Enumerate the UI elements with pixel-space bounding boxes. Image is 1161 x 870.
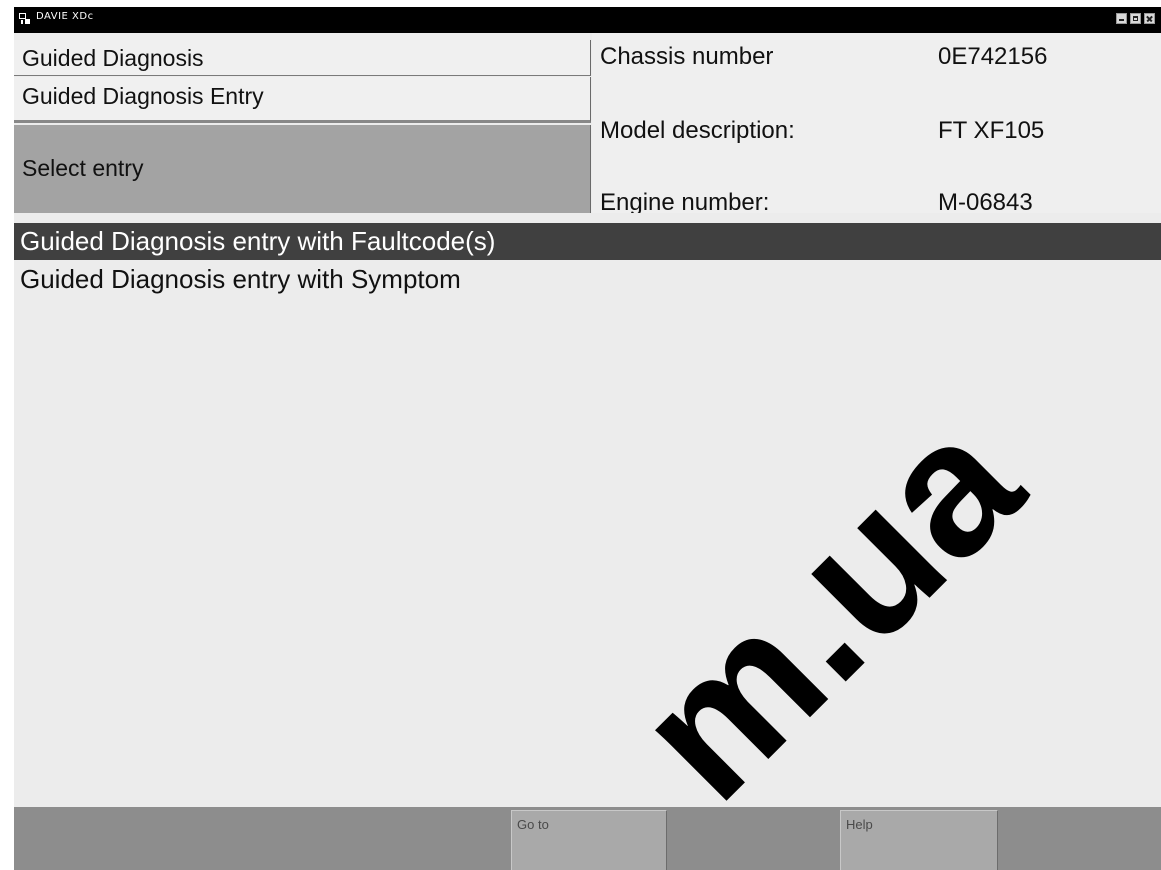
breadcrumb-guided-diagnosis: Guided Diagnosis — [14, 40, 591, 76]
app-icon — [19, 13, 30, 24]
help-button[interactable]: Help — [840, 810, 998, 870]
chassis-number-value: 0E742156 — [938, 43, 1048, 70]
goto-button[interactable]: Go to — [511, 810, 667, 870]
close-button[interactable] — [1144, 13, 1155, 24]
list-item-symptom-entry[interactable]: Guided Diagnosis entry with Symptom — [14, 261, 1161, 298]
instruction-panel: Select entry — [14, 125, 591, 213]
instruction-text: Select entry — [22, 155, 144, 181]
vehicle-info-panel: Chassis number 0E742156 Model descriptio… — [592, 33, 1161, 216]
title-bar: DAVIE XDc — [14, 7, 1161, 33]
maximize-button[interactable] — [1130, 13, 1141, 24]
minimize-button[interactable] — [1116, 13, 1127, 24]
window-title: DAVIE XDc — [36, 11, 94, 22]
bottom-toolbar: Go to Help — [14, 807, 1161, 870]
model-description-label: Model description: — [600, 117, 795, 144]
model-description-value: FT XF105 — [938, 117, 1045, 144]
list-item-faultcode-entry[interactable]: Guided Diagnosis entry with Faultcode(s) — [14, 223, 1161, 260]
breadcrumb-guided-diagnosis-entry: Guided Diagnosis Entry — [14, 77, 591, 123]
chassis-number-label: Chassis number — [600, 43, 774, 70]
app-window: DAVIE XDc Guided Diagnosis Guided Diagno… — [14, 7, 1161, 870]
